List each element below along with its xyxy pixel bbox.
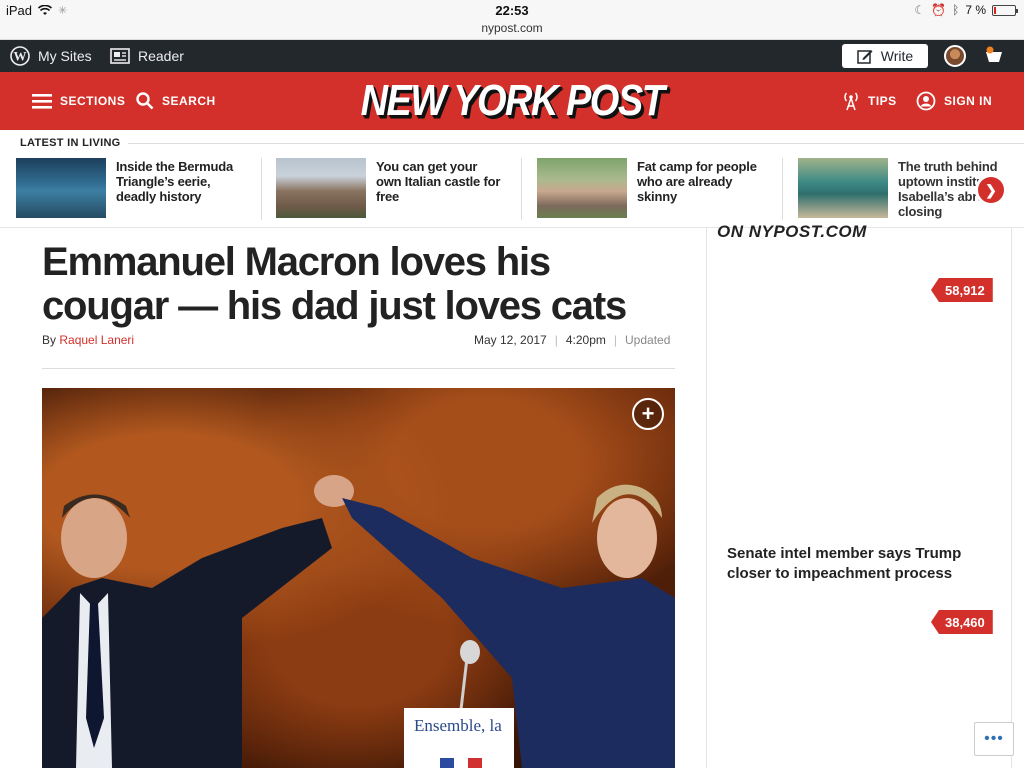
latest-label: LATEST IN LIVING <box>20 137 121 149</box>
status-time: 22:53 <box>495 3 529 18</box>
author-link[interactable]: Raquel Laneri <box>59 333 134 347</box>
publish-time: 4:20pm <box>565 333 606 347</box>
share-count-badge: 38,460 <box>931 610 993 634</box>
wordpress-logo-icon: W <box>10 46 30 66</box>
article-photo[interactable]: Ensemble, la + <box>42 388 675 768</box>
user-circle-icon <box>916 91 936 111</box>
story-divider <box>782 158 783 220</box>
user-avatar[interactable] <box>944 45 966 67</box>
story-divider <box>261 158 262 220</box>
svg-text:W: W <box>14 49 27 64</box>
article-headline: Emmanuel Macron loves his cougar — his d… <box>42 240 627 328</box>
my-sites-button[interactable]: W My Sites <box>10 40 92 72</box>
latest-story-3[interactable]: Fat camp for people who are already skin… <box>537 158 777 220</box>
latest-next-arrow-icon[interactable]: ❯ <box>978 177 1004 203</box>
address-url[interactable]: nypost.com <box>0 21 1024 35</box>
story-divider <box>521 158 522 220</box>
byline-prefix: By <box>42 333 57 347</box>
trending-sidebar: ON NYPOST.COM 58,912 Senate intel member… <box>706 222 1012 768</box>
date-separator: | <box>613 333 617 347</box>
latest-story-2[interactable]: You can get your own Italian castle for … <box>276 158 516 220</box>
updated-label: Updated <box>625 333 671 347</box>
main-content: Emmanuel Macron loves his cougar — his d… <box>0 222 1024 768</box>
battery-percent: 7 % <box>965 3 986 17</box>
latest-divider <box>128 143 1024 144</box>
latest-story-1-title: Inside the Bermuda Triangle’s eerie, dea… <box>116 159 234 204</box>
byline: By Raquel Laneri <box>42 333 134 347</box>
write-button[interactable]: Write <box>842 44 928 68</box>
nypost-logo[interactable]: NEW YORK POST <box>360 75 665 128</box>
reader-icon <box>110 48 130 64</box>
bluetooth-icon: ᛒ <box>952 3 960 17</box>
sections-label: SECTIONS <box>60 94 126 108</box>
latest-story-1[interactable]: Inside the Bermuda Triangle’s eerie, dea… <box>16 158 256 220</box>
hamburger-menu-icon <box>32 94 52 109</box>
sign-in-button[interactable]: SIGN IN <box>916 72 992 130</box>
more-options-button[interactable]: ••• <box>974 722 1014 756</box>
photo-figures <box>42 475 675 768</box>
battery-icon <box>992 4 1018 16</box>
share-count-badge: 58,912 <box>931 278 993 302</box>
status-right: ☾ ⏰ ᛒ 7 % <box>914 3 1018 17</box>
latest-story-2-thumb <box>276 158 366 218</box>
latest-story-3-thumb <box>537 158 627 218</box>
latest-story-3-title: Fat camp for people who are already skin… <box>637 159 757 204</box>
reader-label: Reader <box>138 48 184 64</box>
sidebar-story[interactable]: Senate intel member says Trump closer to… <box>727 544 987 584</box>
reader-button[interactable]: Reader <box>110 40 184 72</box>
wp-admin-bar: W My Sites Reader Write <box>0 40 1024 72</box>
broadcast-tower-icon <box>844 92 858 111</box>
tips-label: TIPS <box>868 94 897 108</box>
notifications-icon[interactable] <box>982 46 1006 66</box>
sections-button[interactable]: SECTIONS <box>32 72 125 130</box>
pencil-icon <box>857 50 873 64</box>
photo-face-man <box>61 498 127 578</box>
tips-button[interactable]: TIPS <box>842 72 897 130</box>
headline-divider <box>42 368 675 369</box>
photo-sign-text: Ensemble, la <box>414 716 502 735</box>
search-icon <box>136 92 154 110</box>
publish-date: May 12, 2017 <box>474 333 547 347</box>
moon-icon: ☾ <box>914 3 926 17</box>
site-header: SECTIONS SEARCH NEW YORK POST TIPS SIGN … <box>0 72 1024 130</box>
ios-status-bar: iPad ✳ 22:53 nypost.com ☾ ⏰ ᛒ 7 % <box>0 0 1024 40</box>
alarm-icon: ⏰ <box>931 3 947 17</box>
my-sites-label: My Sites <box>38 48 92 64</box>
sidebar-heading: ON NYPOST.COM <box>717 222 867 241</box>
photo-face-woman <box>597 498 657 578</box>
sign-in-label: SIGN IN <box>944 94 993 108</box>
latest-story-4-thumb <box>798 158 888 218</box>
dateline: May 12, 2017 | 4:20pm | Updated <box>474 333 670 347</box>
latest-story-1-thumb <box>16 158 106 218</box>
zoom-plus-icon[interactable]: + <box>632 398 664 430</box>
write-label: Write <box>880 48 914 64</box>
latest-story-2-title: You can get your own Italian castle for … <box>376 159 501 204</box>
latest-in-living: LATEST IN LIVING Inside the Bermuda Tria… <box>0 130 1024 228</box>
search-label: SEARCH <box>162 94 216 108</box>
search-button[interactable]: SEARCH <box>136 72 216 130</box>
date-separator: | <box>554 333 558 347</box>
